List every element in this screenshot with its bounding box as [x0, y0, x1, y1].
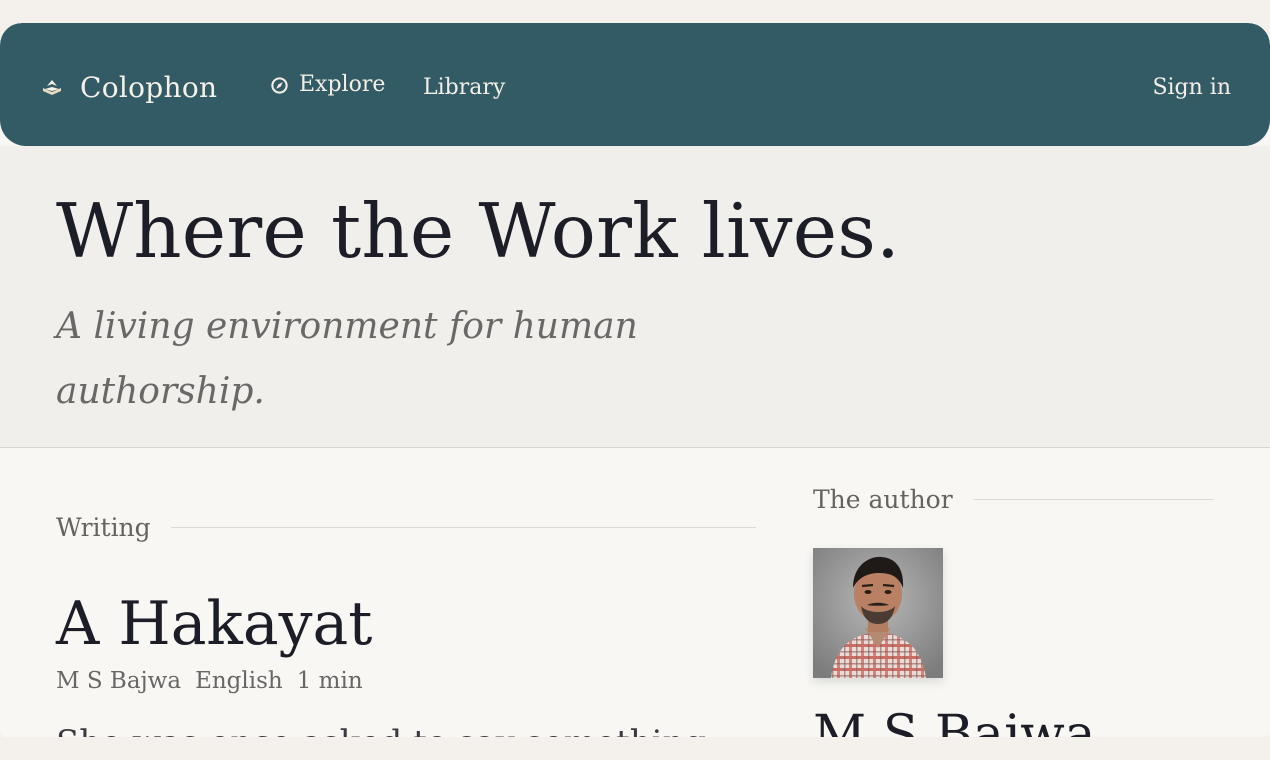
- work-author[interactable]: M S Bajwa: [56, 666, 181, 696]
- work-meta: M S Bajwa English 1 min: [56, 666, 363, 696]
- nav-library[interactable]: Library: [423, 74, 505, 102]
- hero-section: Where the Work lives. A living environme…: [0, 146, 1270, 448]
- sign-in-link[interactable]: Sign in: [1152, 74, 1231, 102]
- work-read-time: 1 min: [296, 668, 363, 694]
- author-avatar[interactable]: [813, 548, 943, 678]
- author-name[interactable]: M S Bajwa: [813, 703, 1096, 737]
- work-title[interactable]: A Hakayat: [56, 588, 372, 660]
- compass-icon: [271, 76, 288, 94]
- writing-heading-label: Writing: [56, 513, 151, 542]
- work-language: English: [195, 668, 283, 694]
- app-frame: Colophon Explore Library Sign in Where t…: [0, 23, 1270, 737]
- top-navbar: Colophon Explore Library Sign in: [0, 23, 1270, 146]
- author-heading-label: The author: [813, 485, 953, 514]
- writing-section-heading: Writing: [56, 513, 756, 542]
- work-excerpt: She was once asked to say something: [56, 723, 706, 737]
- heading-divider: [972, 499, 1214, 500]
- brand-link[interactable]: Colophon: [41, 70, 217, 106]
- nav-explore[interactable]: Explore: [270, 71, 385, 99]
- brand-name: Colophon: [80, 71, 218, 104]
- heading-divider: [170, 527, 756, 528]
- author-portrait-image: [813, 548, 943, 678]
- author-section-heading: The author: [813, 485, 1214, 514]
- hero-subtitle: A living environment for human authorshi…: [56, 306, 638, 412]
- hero-title: Where the Work lives.: [56, 187, 901, 275]
- nav-explore-label: Explore: [299, 72, 386, 97]
- book-icon: [43, 80, 61, 95]
